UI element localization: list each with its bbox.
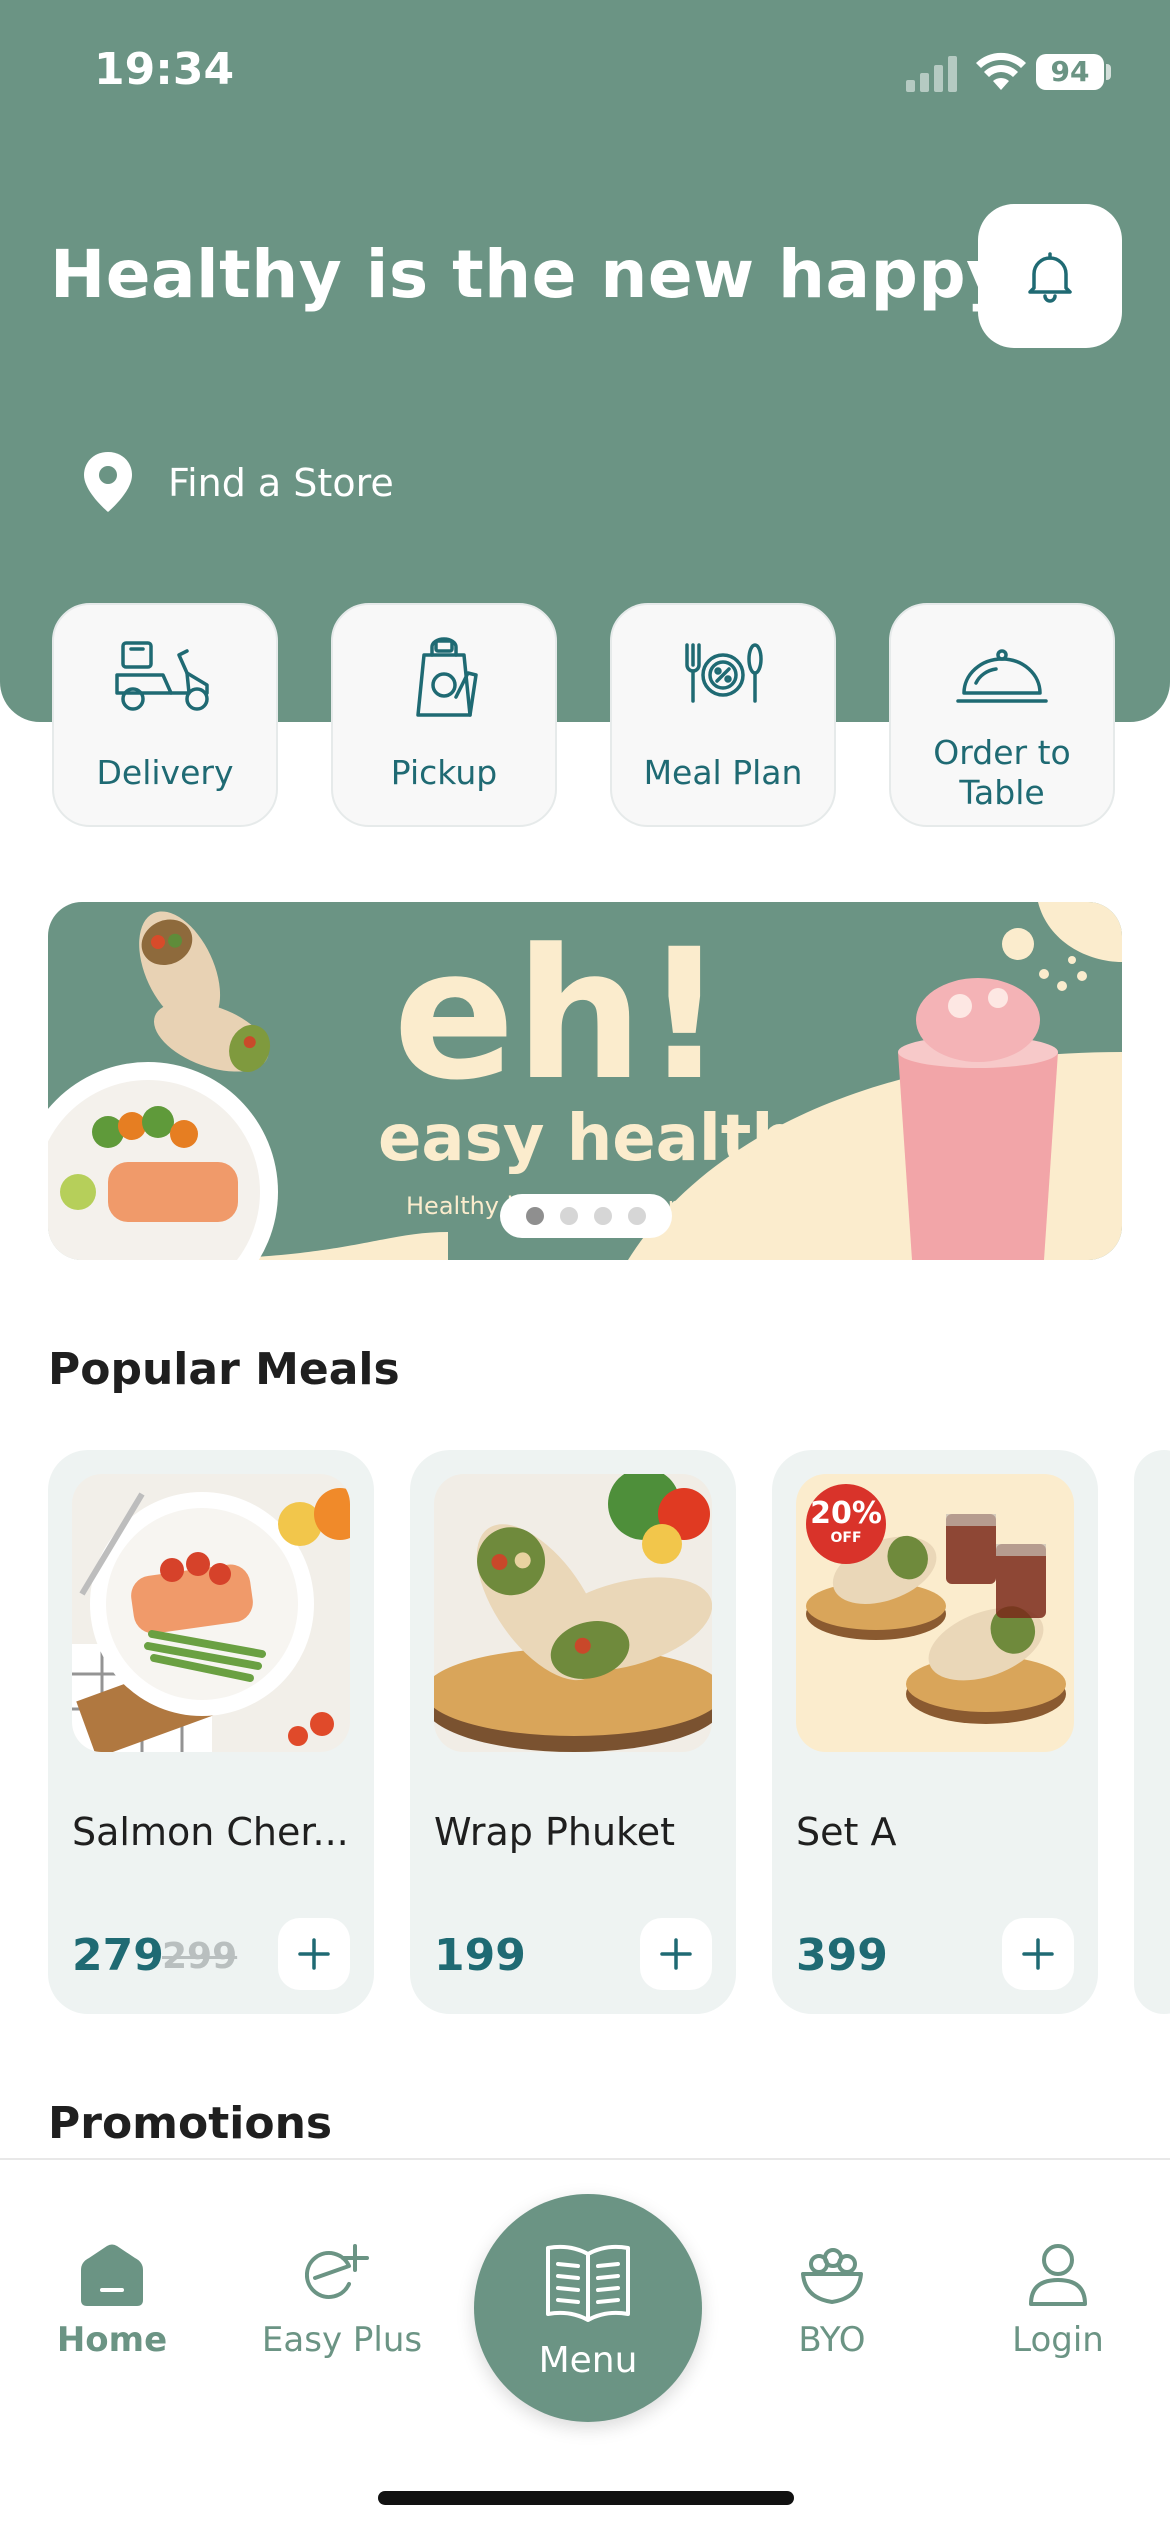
meal-photo-salmon	[72, 1474, 350, 1752]
meal-old-price: 299	[162, 1936, 238, 1977]
bag-icon	[416, 637, 478, 717]
easy-plus-icon	[305, 2244, 369, 2299]
page-headline: Healthy is the new happy!	[50, 236, 1041, 313]
meal-price: 199	[434, 1930, 526, 1981]
home-icon	[81, 2244, 143, 2306]
popular-meals-title: Popular Meals	[48, 1344, 400, 1395]
meal-photo-set-a: 20% OFF	[796, 1474, 1074, 1752]
wifi-icon	[976, 52, 1026, 90]
meal-card-salmon[interactable]: Salmon Cher... 279 299	[48, 1450, 374, 2014]
service-pickup[interactable]: Pickup	[331, 603, 557, 827]
service-meal-plan[interactable]: Meal Plan	[610, 603, 836, 827]
discount-badge: 20% OFF	[806, 1496, 886, 1547]
cloche-icon	[956, 649, 1048, 703]
tab-login[interactable]: Login	[958, 2240, 1158, 2360]
status-bar: 19:34 94	[0, 0, 1170, 150]
banner-title-text: easy health	[378, 1102, 797, 1176]
tab-home[interactable]: Home	[12, 2240, 212, 2360]
signal-icon	[906, 56, 957, 92]
banner-dot-4[interactable]	[628, 1207, 646, 1225]
promotions-title: Promotions	[48, 2098, 333, 2149]
banner-dot-1[interactable]	[526, 1207, 544, 1225]
location-pin-icon	[84, 452, 132, 512]
banner-dot-2[interactable]	[560, 1207, 578, 1225]
tab-login-label: Login	[1012, 2320, 1104, 2360]
discount-badge-percent: 20%	[810, 1496, 882, 1531]
tab-home-label: Home	[56, 2320, 168, 2360]
meal-name: Wrap Phuket	[434, 1810, 675, 1854]
home-indicator	[378, 2491, 794, 2505]
scooter-icon	[115, 641, 209, 711]
meal-name: Set A	[796, 1810, 897, 1854]
service-delivery[interactable]: Delivery	[52, 603, 278, 827]
discount-badge-off: OFF	[830, 1530, 862, 1546]
menu-button[interactable]: Menu	[474, 2194, 702, 2422]
banner-pagination[interactable]	[500, 1194, 672, 1238]
service-meal-plan-label: Meal Plan	[643, 753, 803, 792]
tab-easy-plus-label: Easy Plus	[261, 2320, 423, 2360]
tab-byo[interactable]: BYO	[732, 2240, 932, 2360]
service-order-to-table-label: Order to Table	[933, 733, 1071, 812]
plus-icon	[298, 1938, 330, 1970]
meal-plan-icon	[685, 643, 763, 703]
add-to-cart-button[interactable]	[278, 1918, 350, 1990]
meal-price: 279	[72, 1930, 164, 1981]
salad-bowl-icon	[801, 2248, 863, 2304]
meal-card-partial[interactable]	[1134, 1450, 1170, 2014]
service-order-to-table[interactable]: Order to Table	[889, 603, 1115, 827]
battery-icon: 94	[1036, 54, 1104, 90]
meal-card-set-a[interactable]: 20% OFF Set A 399	[772, 1450, 1098, 2014]
tab-byo-label: BYO	[798, 2320, 866, 2360]
plus-icon	[660, 1938, 692, 1970]
add-to-cart-button[interactable]	[640, 1918, 712, 1990]
banner-brand-text: eh!	[393, 911, 725, 1120]
bell-icon	[1028, 252, 1072, 303]
notifications-button[interactable]	[978, 204, 1122, 348]
meal-price: 399	[796, 1930, 888, 1981]
menu-button-label: Menu	[538, 2340, 638, 2381]
service-delivery-label: Delivery	[96, 753, 234, 792]
plus-icon	[1022, 1938, 1054, 1970]
add-to-cart-button[interactable]	[1002, 1918, 1074, 1990]
meal-photo-wrap	[434, 1474, 712, 1752]
menu-book-icon	[546, 2244, 630, 2322]
meal-name: Salmon Cher...	[72, 1810, 349, 1854]
status-time: 19:34	[94, 44, 235, 95]
user-icon	[1029, 2244, 1087, 2306]
meal-card-wrap-phuket[interactable]: Wrap Phuket 199	[410, 1450, 736, 2014]
service-pickup-label: Pickup	[390, 753, 498, 792]
tab-easy-plus[interactable]: Easy Plus	[242, 2240, 442, 2360]
battery-tip	[1106, 64, 1111, 80]
find-store-link[interactable]: Find a Store	[78, 448, 394, 518]
find-store-label: Find a Store	[168, 461, 394, 505]
banner-dot-3[interactable]	[594, 1207, 612, 1225]
